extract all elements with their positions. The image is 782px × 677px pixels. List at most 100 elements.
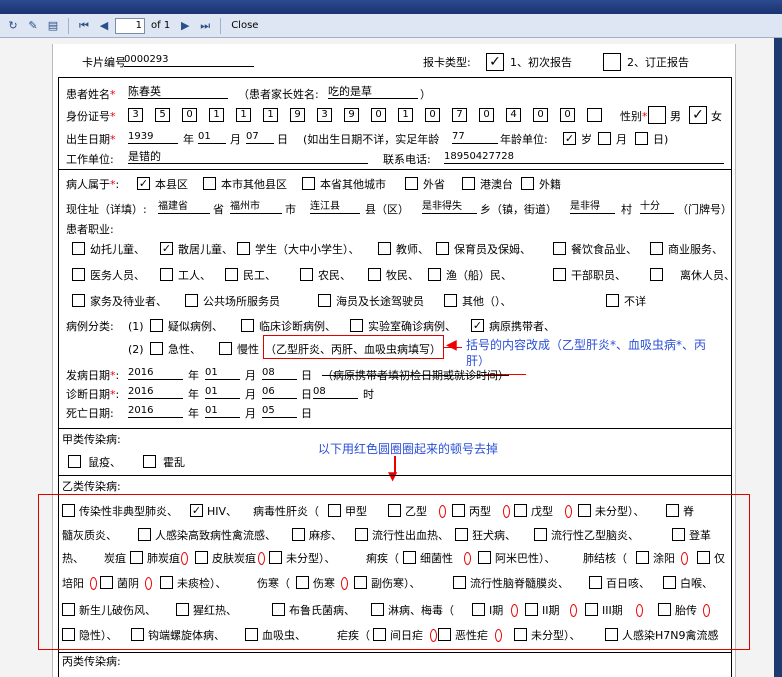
occupation-checkbox[interactable]	[72, 294, 85, 307]
disease-checkbox[interactable]	[534, 528, 547, 541]
report-type-initial-checkbox[interactable]: ✓	[486, 53, 504, 71]
disease-checkbox[interactable]	[100, 576, 113, 589]
id-digit-box[interactable]: 3	[128, 108, 143, 122]
occupation-checkbox[interactable]	[160, 268, 173, 281]
print-icon[interactable]: ▤	[44, 17, 62, 35]
disease-checkbox[interactable]	[472, 603, 485, 616]
case-class-checkbox[interactable]	[350, 319, 363, 332]
age-unit-month-checkbox[interactable]	[598, 132, 611, 145]
occupation-checkbox[interactable]	[318, 294, 331, 307]
last-page-icon[interactable]: ⏭	[196, 17, 214, 35]
occupation-checkbox[interactable]	[237, 242, 250, 255]
disease-checkbox[interactable]	[455, 528, 468, 541]
disease-checkbox[interactable]	[403, 551, 416, 564]
age-unit-year-checkbox[interactable]: ✓	[563, 132, 576, 145]
disease-checkbox[interactable]	[292, 528, 305, 541]
id-digit-box[interactable]: 0	[425, 108, 440, 122]
occupation-checkbox[interactable]	[444, 294, 457, 307]
disease-checkbox[interactable]	[478, 551, 491, 564]
id-digit-box[interactable]: 9	[344, 108, 359, 122]
occupation-checkbox[interactable]	[606, 294, 619, 307]
id-digit-box[interactable]: 7	[452, 108, 467, 122]
disease-checkbox[interactable]	[62, 504, 75, 517]
disease-checkbox[interactable]	[672, 528, 685, 541]
disease-checkbox[interactable]	[355, 528, 368, 541]
id-digit-box[interactable]: 3	[317, 108, 332, 122]
disease-checkbox[interactable]	[438, 628, 451, 641]
scrollbar[interactable]	[774, 38, 782, 677]
disease-checkbox[interactable]	[589, 576, 602, 589]
disease-checkbox[interactable]	[62, 603, 75, 616]
occupation-checkbox[interactable]	[553, 268, 566, 281]
edit-icon[interactable]: ✎	[24, 17, 42, 35]
report-type-correction-checkbox[interactable]	[603, 53, 621, 71]
id-digit-box[interactable]: 1	[209, 108, 224, 122]
belongs-checkbox[interactable]: ✓	[137, 177, 150, 190]
occupation-checkbox[interactable]	[436, 242, 449, 255]
id-digit-box[interactable]: 5	[155, 108, 170, 122]
sex-male-checkbox[interactable]	[648, 106, 666, 124]
occupation-checkbox[interactable]	[428, 268, 441, 281]
id-digit-box[interactable]: 0	[182, 108, 197, 122]
occupation-checkbox[interactable]	[300, 268, 313, 281]
disease-checkbox[interactable]: ✓	[190, 504, 203, 517]
id-digit-box[interactable]: 0	[371, 108, 386, 122]
belongs-checkbox[interactable]	[462, 177, 475, 190]
refresh-icon[interactable]: ↻	[4, 17, 22, 35]
next-page-icon[interactable]: ▶	[176, 17, 194, 35]
disease-checkbox[interactable]	[245, 628, 258, 641]
occupation-checkbox[interactable]	[553, 242, 566, 255]
occupation-checkbox[interactable]	[378, 242, 391, 255]
disease-checkbox[interactable]	[514, 628, 527, 641]
disease-checkbox[interactable]	[605, 628, 618, 641]
disease-checkbox[interactable]	[636, 551, 649, 564]
disease-checkbox[interactable]	[658, 603, 671, 616]
acute-checkbox[interactable]	[150, 342, 163, 355]
occupation-checkbox[interactable]	[650, 268, 663, 281]
id-digit-box[interactable]	[587, 108, 602, 122]
belongs-checkbox[interactable]	[203, 177, 216, 190]
id-digit-box[interactable]: 1	[398, 108, 413, 122]
occupation-checkbox[interactable]	[225, 268, 238, 281]
occupation-checkbox[interactable]	[368, 268, 381, 281]
disease-checkbox[interactable]	[272, 603, 285, 616]
occupation-checkbox[interactable]	[72, 268, 85, 281]
id-digit-box[interactable]: 9	[290, 108, 305, 122]
sex-female-checkbox[interactable]: ✓	[689, 106, 707, 124]
id-digit-box[interactable]: 0	[533, 108, 548, 122]
disease-checkbox[interactable]	[666, 504, 679, 517]
disease-checkbox[interactable]	[453, 576, 466, 589]
disease-checkbox[interactable]	[371, 603, 384, 616]
id-digit-box[interactable]: 0	[560, 108, 575, 122]
disease-checkbox[interactable]	[525, 603, 538, 616]
disease-checkbox[interactable]	[585, 603, 598, 616]
page-number-input[interactable]: 1	[115, 17, 145, 34]
disease-checkbox[interactable]	[388, 504, 401, 517]
id-digit-box[interactable]: 1	[263, 108, 278, 122]
case-class-checkbox[interactable]	[150, 319, 163, 332]
occupation-checkbox[interactable]	[650, 242, 663, 255]
disease-checkbox[interactable]	[269, 551, 282, 564]
case-class-checkbox[interactable]	[241, 319, 254, 332]
case-class-checkbox[interactable]: ✓	[471, 319, 484, 332]
occupation-checkbox[interactable]	[72, 242, 85, 255]
disease-checkbox[interactable]	[62, 628, 75, 641]
cholera-checkbox[interactable]	[143, 455, 156, 468]
disease-checkbox[interactable]	[138, 528, 151, 541]
disease-checkbox[interactable]	[131, 628, 144, 641]
prev-page-icon[interactable]: ◀	[95, 17, 113, 35]
occupation-checkbox[interactable]: ✓	[160, 242, 173, 255]
plague-checkbox[interactable]	[68, 455, 81, 468]
occupation-checkbox[interactable]	[185, 294, 198, 307]
chronic-checkbox[interactable]	[219, 342, 232, 355]
id-digit-box[interactable]: 0	[479, 108, 494, 122]
belongs-checkbox[interactable]	[521, 177, 534, 190]
disease-checkbox[interactable]	[130, 551, 143, 564]
disease-checkbox[interactable]	[697, 551, 710, 564]
first-page-icon[interactable]: ⏮	[75, 17, 93, 35]
disease-checkbox[interactable]	[160, 576, 173, 589]
disease-checkbox[interactable]	[578, 504, 591, 517]
disease-checkbox[interactable]	[514, 504, 527, 517]
disease-checkbox[interactable]	[452, 504, 465, 517]
disease-checkbox[interactable]	[328, 504, 341, 517]
